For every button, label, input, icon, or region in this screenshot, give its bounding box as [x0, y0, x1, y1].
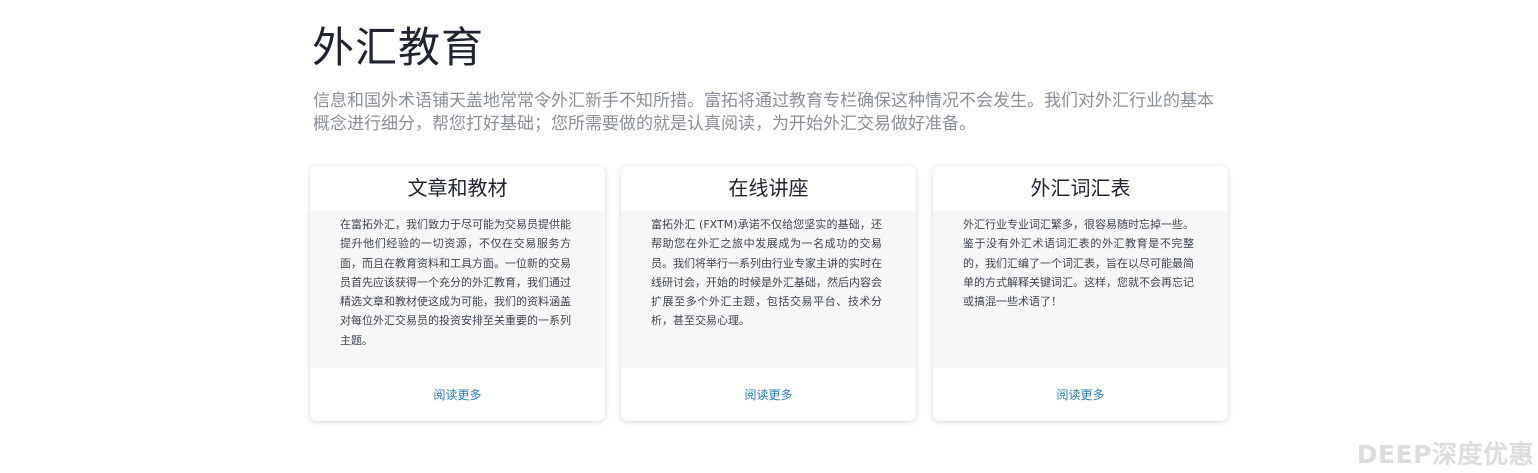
watermark: DEEP深度优惠 — [1356, 440, 1534, 469]
card-body: 在富拓外汇，我们致力于尽可能为交易员提供能提升他们经验的一切资源，不仅在交易服务… — [310, 211, 605, 368]
section-title: 外汇教育 — [312, 23, 485, 72]
card-title: 文章和教材 — [407, 176, 508, 200]
card-title: 外汇词汇表 — [1030, 176, 1131, 200]
card-footer: 阅读更多 — [933, 368, 1228, 421]
education-cards: 文章和教材 在富拓外汇，我们致力于尽可能为交易员提供能提升他们经验的一切资源，不… — [310, 166, 1230, 422]
read-more-link[interactable]: 阅读更多 — [744, 386, 792, 403]
read-more-link[interactable]: 阅读更多 — [433, 386, 481, 403]
card-title: 在线讲座 — [728, 176, 809, 200]
card-description: 外汇行业专业词汇繁多，很容易随时忘掉一些。鉴于没有外汇术语词汇表的外汇教育是不完… — [963, 218, 1194, 309]
card-description: 富拓外汇 (FXTM)承诺不仅给您坚实的基础，还帮助您在外汇之旅中发展成为一名成… — [651, 218, 882, 328]
card-footer: 阅读更多 — [621, 368, 916, 421]
section-description: 信息和国外术语铺天盖地常常令外汇新手不知所措。富拓将通过教育专栏确保这种情况不会… — [313, 91, 1214, 134]
card-description: 在富拓外汇，我们致力于尽可能为交易员提供能提升他们经验的一切资源，不仅在交易服务… — [340, 218, 571, 347]
card-body: 外汇行业专业词汇繁多，很容易随时忘掉一些。鉴于没有外汇术语词汇表的外汇教育是不完… — [933, 211, 1228, 368]
card-forex-glossary: 外汇词汇表 外汇行业专业词汇繁多，很容易随时忘掉一些。鉴于没有外汇术语词汇表的外… — [933, 166, 1228, 421]
card-articles-and-materials: 文章和教材 在富拓外汇，我们致力于尽可能为交易员提供能提升他们经验的一切资源，不… — [310, 166, 605, 421]
card-online-webinars: 在线讲座 富拓外汇 (FXTM)承诺不仅给您坚实的基础，还帮助您在外汇之旅中发展… — [621, 166, 916, 421]
page: 外汇教育 信息和国外术语铺天盖地常常令外汇新手不知所措。富拓将通过教育专栏确保这… — [0, 0, 1538, 473]
card-body: 富拓外汇 (FXTM)承诺不仅给您坚实的基础，还帮助您在外汇之旅中发展成为一名成… — [621, 211, 916, 368]
card-footer: 阅读更多 — [310, 368, 605, 421]
read-more-link[interactable]: 阅读更多 — [1056, 386, 1104, 403]
